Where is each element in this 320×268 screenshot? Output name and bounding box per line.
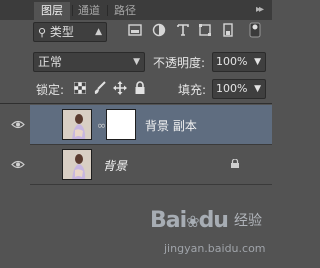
layer-mask-thumbnail[interactable] <box>106 109 136 140</box>
opacity-label: 不透明度: <box>153 56 206 70</box>
eye-visibility-icon[interactable] <box>11 120 25 129</box>
adjustment-filter-icon[interactable] <box>152 23 166 37</box>
layers-list-top-border <box>0 103 272 104</box>
filter-kind-dropdown[interactable]: ⚲ 类型 ▲ <box>33 22 107 42</box>
layer-row-background[interactable]: 背景 <box>30 145 272 184</box>
lock-label: 锁定: <box>36 83 65 97</box>
opacity-input[interactable]: 100% ▼ <box>212 52 266 72</box>
layer-row-background-copy[interactable]: ∞ 背景 副本 <box>30 105 272 144</box>
tab-channels[interactable]: 通道 <box>74 2 104 20</box>
lock-position-move-icon[interactable] <box>113 81 127 95</box>
fill-value: 100% <box>216 82 248 95</box>
layer-lock-icon <box>231 159 239 168</box>
image-filter-icon[interactable] <box>128 23 142 37</box>
panel-tab-bar: 图层 通道 路径 ▸▸ <box>0 0 272 20</box>
collapse-panel-icon[interactable]: ▸▸ <box>256 4 264 15</box>
watermark-brand: Bai❀du <box>150 208 229 233</box>
tab-paths[interactable]: 路径 <box>110 2 140 20</box>
layer-thumbnail <box>62 149 92 180</box>
baidu-jingyan-watermark: Bai❀du 经验 jingyan.baidu.com <box>150 208 270 264</box>
mask-link-icon[interactable]: ∞ <box>97 119 106 132</box>
layer-name[interactable]: 背景 <box>103 157 127 174</box>
fill-label: 填充: <box>178 83 207 97</box>
blend-mode-value: 正常 <box>38 55 63 69</box>
chevron-down-icon: ▼ <box>254 57 261 67</box>
chevron-down-icon: ▼ <box>133 57 140 67</box>
opacity-value: 100% <box>216 55 248 68</box>
shape-filter-icon[interactable] <box>198 23 212 37</box>
layer-name[interactable]: 背景 副本 <box>145 117 197 134</box>
layer-thumbnail <box>62 109 92 140</box>
filter-toggle-icon[interactable] <box>249 22 261 38</box>
filter-kind-label: 类型 <box>49 25 74 39</box>
tab-divider <box>107 5 108 16</box>
search-icon: ⚲ <box>38 26 47 39</box>
blend-mode-dropdown[interactable]: 正常 ▼ <box>33 52 145 72</box>
chevron-updown-icon: ▲ <box>95 27 102 37</box>
chevron-down-icon: ▼ <box>254 84 261 94</box>
watermark-url: jingyan.baidu.com <box>164 242 266 255</box>
eye-visibility-icon[interactable] <box>11 160 25 169</box>
lock-pixels-brush-icon[interactable] <box>93 81 107 95</box>
smart-object-filter-icon[interactable] <box>221 23 235 37</box>
fill-input[interactable]: 100% ▼ <box>212 79 266 99</box>
watermark-cn: 经验 <box>234 213 262 229</box>
layer-divider <box>30 184 272 185</box>
tab-divider <box>72 5 73 16</box>
lock-transparency-icon[interactable] <box>74 82 86 94</box>
type-filter-icon[interactable] <box>176 23 190 37</box>
tab-layers[interactable]: 图层 <box>34 2 70 20</box>
lock-all-icon[interactable] <box>134 81 146 95</box>
